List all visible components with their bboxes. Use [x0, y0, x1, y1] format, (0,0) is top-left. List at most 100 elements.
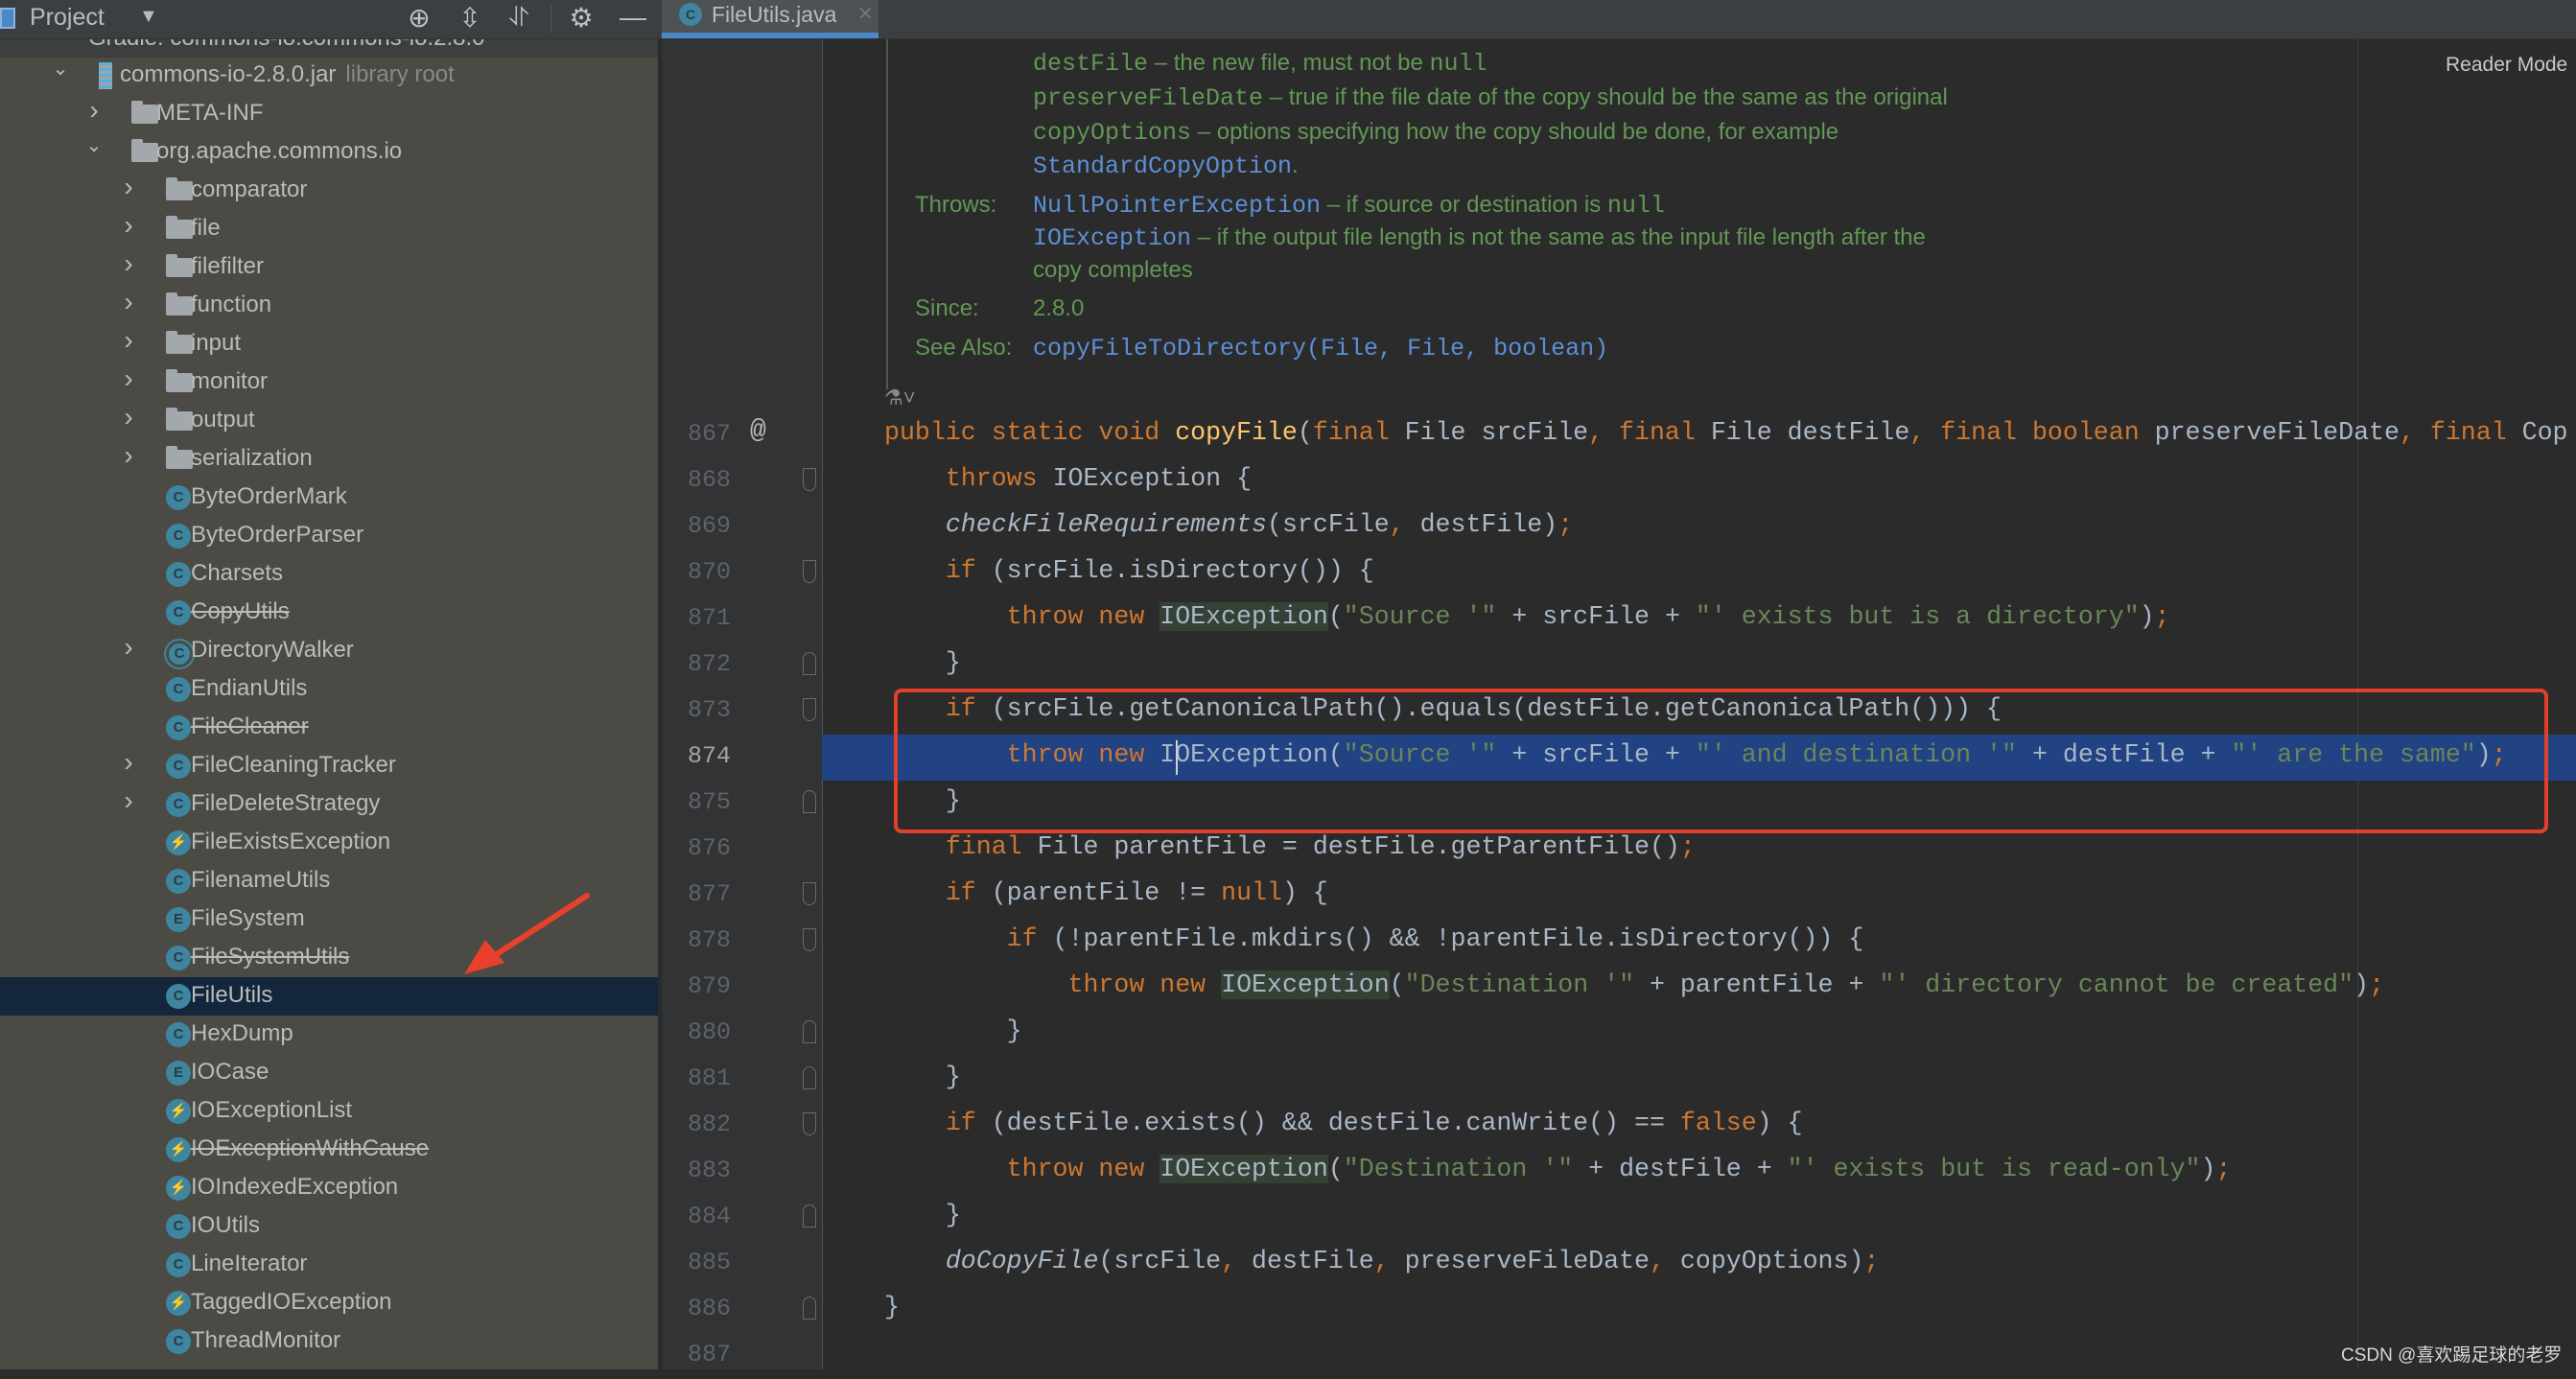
folder-icon — [166, 177, 193, 200]
chevron-right-icon[interactable]: › — [119, 210, 138, 241]
line-number[interactable]: 878 — [671, 926, 731, 954]
tree-item[interactable]: ⌄ org.apache.commons.io — [0, 133, 658, 172]
line-number[interactable]: 875 — [671, 788, 731, 816]
line-number[interactable]: 872 — [671, 650, 731, 678]
tree-item[interactable]: › C FileCleaningTracker — [0, 747, 658, 785]
line-number[interactable]: 874 — [671, 742, 731, 770]
fold-collapse-icon[interactable] — [803, 560, 816, 583]
line-number[interactable]: 886 — [671, 1295, 731, 1322]
tree-item-label: org.apache.commons.io — [156, 138, 403, 164]
tree-item[interactable]: › comparator — [0, 172, 658, 210]
gear-icon[interactable]: ⚙ — [565, 2, 597, 34]
code-token: (!parentFile.mkdirs() && !parentFile.isD… — [1052, 924, 1864, 953]
chevron-right-icon[interactable]: › — [119, 325, 138, 356]
tree-item[interactable]: › META-INF — [0, 95, 658, 133]
line-number[interactable]: 867 — [671, 420, 731, 448]
code-token: ( — [1327, 1155, 1344, 1183]
doc-since: 2.8.0 — [1033, 295, 1085, 321]
chevron-right-icon[interactable]: › — [84, 95, 104, 126]
tab-fileutils-java[interactable]: C FileUtils.java ✕ — [662, 0, 878, 38]
fold-end-icon[interactable] — [803, 652, 816, 675]
line-number[interactable]: 877 — [671, 880, 731, 908]
minimize-icon[interactable]: — — [617, 2, 649, 33]
code-token: File parentFile = destFile.getParentFile… — [1037, 832, 1680, 861]
reader-mode-button[interactable]: Reader Mode — [2446, 54, 2567, 77]
line-number[interactable]: 880 — [671, 1018, 731, 1046]
chevron-down-icon[interactable]: ⌄ — [84, 133, 104, 157]
code-token: } — [884, 1017, 1022, 1045]
code-token: ; — [1679, 832, 1696, 861]
code-token: (srcFile.isDirectory()) { — [991, 556, 1374, 585]
code-token: if — [884, 1109, 992, 1137]
line-number[interactable]: 887 — [671, 1341, 731, 1368]
code-text: public static void copyFile(final File s… — [884, 418, 2568, 447]
code-token: checkFileRequirements — [884, 510, 1267, 539]
code-token: ) { — [1281, 878, 1328, 907]
tree-item-label: filefilter — [191, 253, 265, 279]
fold-collapse-icon[interactable] — [803, 1112, 816, 1135]
line-number[interactable]: 870 — [671, 558, 731, 586]
code-token: throws — [884, 464, 1053, 493]
code-token: ; — [2154, 602, 2170, 631]
copyfiletodirectory-link[interactable]: copyFileToDirectory(File, File, boolean) — [1033, 335, 1608, 362]
chevron-right-icon[interactable]: › — [119, 248, 138, 279]
close-icon[interactable]: ✕ — [857, 2, 874, 26]
line-number[interactable]: 885 — [671, 1249, 731, 1276]
code-token: ; — [2369, 970, 2385, 999]
chevron-down-icon[interactable]: ▼ — [139, 6, 158, 28]
tree-item[interactable]: ⌄ commons-io-2.8.0.jar library root — [0, 57, 658, 95]
line-number[interactable]: 879 — [671, 972, 731, 1000]
chevron-down-icon[interactable]: ⌄ — [51, 57, 70, 81]
code-token: if — [884, 878, 992, 907]
folder-icon — [131, 101, 158, 124]
project-view-selector[interactable]: Project — [30, 4, 105, 32]
code-token: preserveFileDate — [1389, 1247, 1650, 1275]
code-token: ( — [1297, 418, 1313, 447]
collapse-all-icon[interactable]: ⥯ — [503, 2, 535, 34]
code-text: doCopyFile(srcFile, destFile, preserveFi… — [884, 1247, 1880, 1275]
override-marker-icon[interactable]: @ — [750, 416, 766, 446]
ioexception-link[interactable]: IOException — [1033, 224, 1191, 252]
chevron-right-icon[interactable]: › — [119, 747, 138, 778]
doc-param: preserveFileDate – true if the file date… — [1033, 84, 1948, 112]
divider — [550, 4, 551, 33]
expand-all-icon[interactable]: ⇳ — [454, 2, 486, 34]
tree-item[interactable]: › file — [0, 210, 658, 248]
line-number[interactable]: 882 — [671, 1110, 731, 1138]
fold-collapse-icon[interactable] — [803, 468, 816, 491]
chevron-right-icon[interactable]: › — [119, 172, 138, 202]
code-token: , final — [2399, 418, 2522, 447]
project-panel-header: Project ▼ ⊕ ⇳ ⥯ ⚙ — — [0, 0, 658, 39]
chevron-right-icon[interactable]: › — [119, 287, 138, 317]
project-icon — [0, 8, 15, 29]
fold-end-icon[interactable] — [803, 790, 816, 813]
toggle-rendered-view-icon[interactable]: ⚗˅ — [884, 386, 916, 410]
line-number[interactable]: 873 — [671, 696, 731, 724]
line-number[interactable]: 868 — [671, 466, 731, 494]
line-number[interactable]: 881 — [671, 1064, 731, 1092]
fold-end-icon[interactable] — [803, 1066, 816, 1089]
line-number[interactable]: 876 — [671, 834, 731, 862]
line-number[interactable]: 869 — [671, 512, 731, 540]
line-number[interactable]: 871 — [671, 604, 731, 632]
fold-end-icon[interactable] — [803, 1020, 816, 1043]
fold-collapse-icon[interactable] — [803, 882, 816, 905]
fold-end-icon[interactable] — [803, 1297, 816, 1320]
chevron-right-icon[interactable]: › — [119, 363, 138, 394]
fold-end-icon[interactable] — [803, 1204, 816, 1227]
tree-item[interactable]: › filefilter — [0, 248, 658, 287]
standardcopyoption-link[interactable]: StandardCopyOption — [1033, 152, 1292, 180]
fold-collapse-icon[interactable] — [803, 928, 816, 951]
tree-item[interactable]: › function — [0, 287, 658, 325]
nullpointerexception-link[interactable]: NullPointerException — [1033, 192, 1321, 220]
tree-item[interactable]: › monitor — [0, 363, 658, 402]
code-token: "' directory cannot be created" — [1879, 970, 2354, 999]
tree-item[interactable]: › input — [0, 325, 658, 363]
code-token: IOException — [1221, 970, 1390, 999]
line-number[interactable]: 884 — [671, 1203, 731, 1230]
line-number[interactable]: 883 — [671, 1157, 731, 1184]
code-token: (srcFile — [1266, 510, 1390, 539]
fold-collapse-icon[interactable] — [803, 698, 816, 721]
code-line: 876 final File parentFile = destFile.get… — [0, 827, 2576, 873]
locate-icon[interactable]: ⊕ — [403, 2, 435, 34]
